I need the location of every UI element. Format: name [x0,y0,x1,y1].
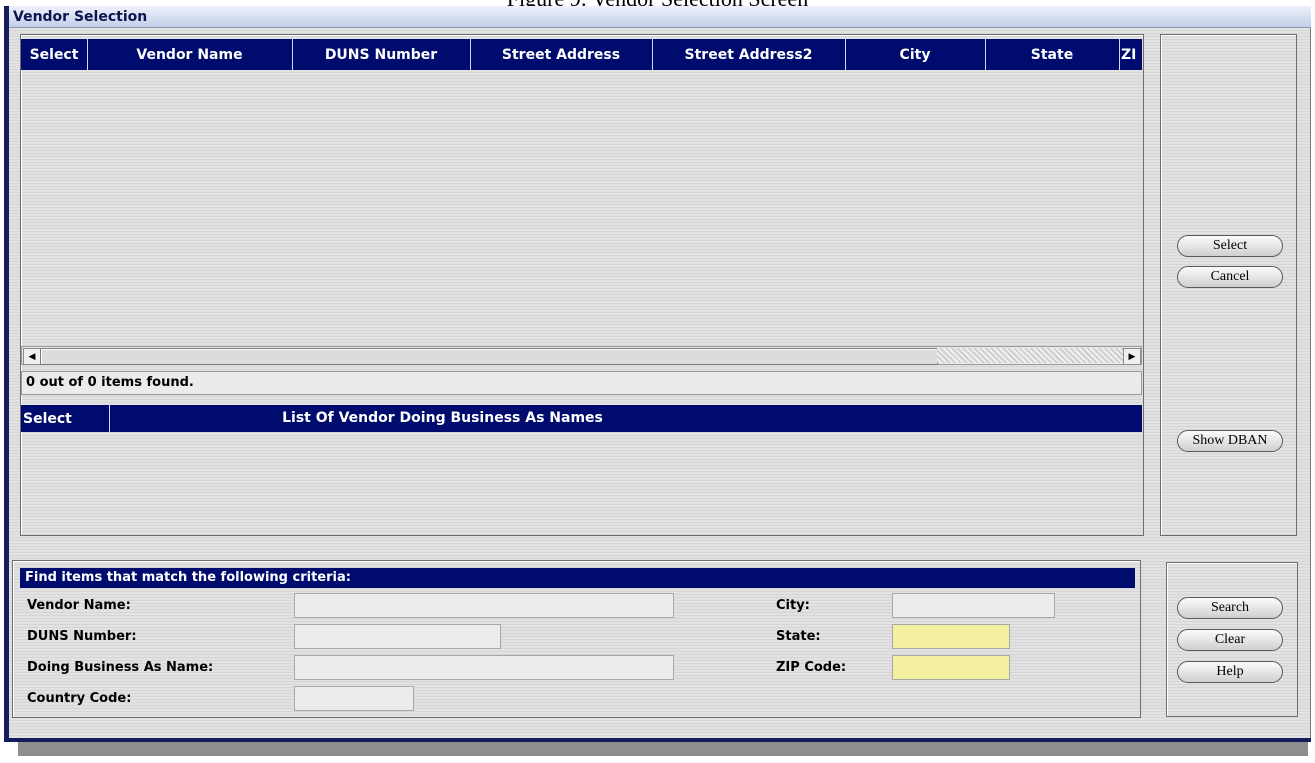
country-code-input[interactable] [294,686,414,711]
results-horizontal-scrollbar[interactable]: ◀ ▶ [21,346,1142,365]
dba-name-input[interactable] [294,655,674,680]
dba-column-header-select[interactable]: Select [21,405,110,432]
duns-number-label: DUNS Number: [27,629,137,644]
results-count-status: 0 out of 0 items found. [21,371,1142,395]
dba-table-body[interactable] [21,432,1142,535]
column-header-zip[interactable]: ZI [1119,39,1144,70]
vendor-name-input[interactable] [294,593,674,618]
duns-number-input[interactable] [294,624,501,649]
scroll-right-arrow-icon[interactable]: ▶ [1123,348,1141,365]
column-header-street-address[interactable]: Street Address [470,39,653,70]
search-button[interactable]: Search [1177,597,1283,619]
clear-button[interactable]: Clear [1177,629,1283,651]
column-header-select[interactable]: Select [21,39,88,70]
city-label: City: [776,598,810,613]
dba-table-header: Select List Of Vendor Doing Business As … [21,405,1142,432]
window-title: Vendor Selection [13,9,148,25]
column-header-vendor-name[interactable]: Vendor Name [87,39,293,70]
title-bar: Vendor Selection [9,6,1311,28]
city-input[interactable] [892,593,1055,618]
column-header-state[interactable]: State [985,39,1120,70]
scrollbar-thumb[interactable] [40,348,938,365]
zip-code-input[interactable] [892,655,1010,680]
show-dban-button[interactable]: Show DBAN [1177,430,1283,452]
column-header-street-address2[interactable]: Street Address2 [652,39,846,70]
scrollbar-track[interactable] [937,348,1123,363]
window-bottom-border [4,738,1311,742]
vendor-name-label: Vendor Name: [27,598,131,613]
state-label: State: [776,629,821,644]
cancel-button[interactable]: Cancel [1177,266,1283,288]
results-table-body[interactable] [21,70,1142,346]
column-header-duns-number[interactable]: DUNS Number [292,39,471,70]
scroll-left-arrow-icon[interactable]: ◀ [23,348,41,365]
country-code-label: Country Code: [27,691,132,706]
help-button[interactable]: Help [1177,661,1283,683]
state-input[interactable] [892,624,1010,649]
column-header-city[interactable]: City [845,39,986,70]
dba-name-label: Doing Business As Name: [27,660,214,675]
results-table-header: Select Vendor Name DUNS Number Street Ad… [21,39,1142,70]
zip-code-label: ZIP Code: [776,660,847,675]
select-button[interactable]: Select [1177,235,1283,257]
criteria-header: Find items that match the following crit… [20,568,1135,588]
window-left-border [4,6,9,742]
